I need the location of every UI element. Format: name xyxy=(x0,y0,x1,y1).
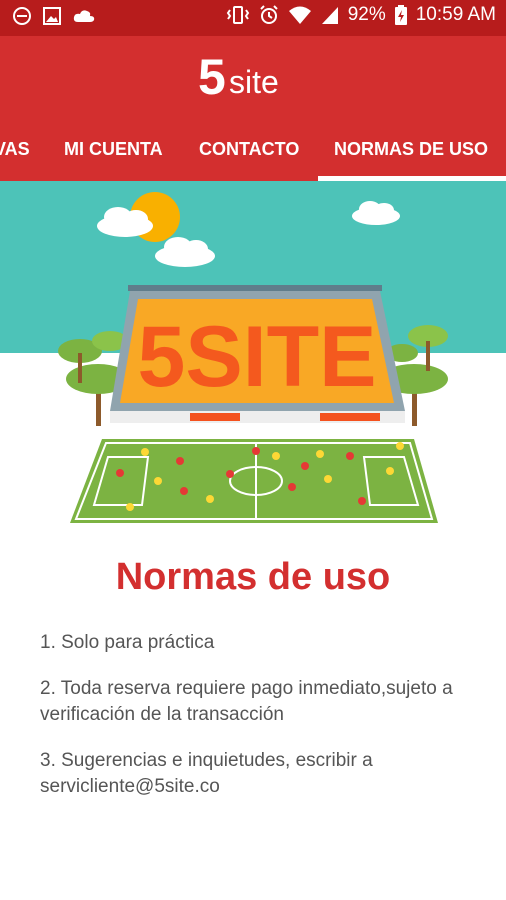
vibrate-icon xyxy=(226,6,249,24)
status-left-icons xyxy=(12,6,96,26)
stadium-graphic: 5SITE xyxy=(0,181,506,541)
app-bar: 5 site VAS MI CUENTA CONTACTO NORMAS DE … xyxy=(0,36,506,181)
page-title: Normas de uso xyxy=(115,556,391,598)
stadium-illustration: 5SITE xyxy=(0,181,506,541)
minus-circle-icon xyxy=(13,7,31,25)
signal-icon xyxy=(321,7,338,24)
alarm-icon xyxy=(259,5,278,24)
status-bar: 92% 10:59 AM xyxy=(0,0,506,36)
rule-item-2: 2. Toda reserva requiere pago inmediato,… xyxy=(40,678,453,725)
cloud-icon xyxy=(73,10,95,22)
tab-normas-de-uso[interactable]: NORMAS DE USO xyxy=(334,132,488,181)
tab-bar: VAS MI CUENTA CONTACTO NORMAS DE USO xyxy=(0,132,506,181)
tab-mi-cuenta[interactable]: MI CUENTA xyxy=(64,132,163,181)
rule-item-3: 3. Sugerencias e inquietudes, escribir a… xyxy=(40,750,373,797)
svg-text:site: site xyxy=(229,64,279,100)
battery-percent: 92% xyxy=(347,4,386,25)
status-right: 92% 10:59 AM xyxy=(226,4,496,26)
tab-contacto[interactable]: CONTACTO xyxy=(199,132,299,181)
app-logo[interactable]: 5 site xyxy=(198,50,313,102)
wifi-icon xyxy=(288,6,311,24)
clock: 10:59 AM xyxy=(415,4,496,25)
svg-text:5: 5 xyxy=(198,50,226,102)
rules-list: 1. Solo para práctica 2. Toda reserva re… xyxy=(40,630,480,820)
battery-charging-icon xyxy=(394,5,407,25)
stadium-sign: 5SITE xyxy=(138,309,377,405)
rule-item-1: 1. Solo para práctica xyxy=(40,632,215,653)
image-icon xyxy=(43,7,61,25)
tab-reservas[interactable]: VAS xyxy=(0,132,30,181)
